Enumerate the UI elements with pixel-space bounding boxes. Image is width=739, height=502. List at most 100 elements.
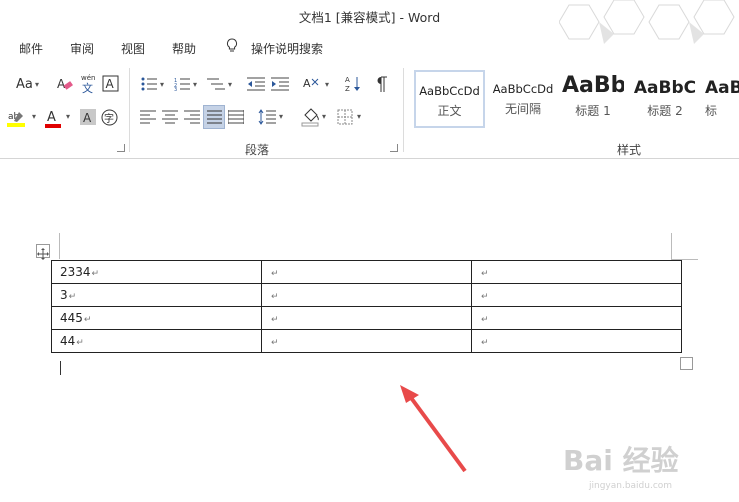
table-cell[interactable]: 2334↵	[51, 260, 262, 284]
font-color-icon[interactable]: A	[44, 107, 62, 129]
table-cell[interactable]: ↵	[261, 283, 472, 307]
table-cell[interactable]: ↵	[471, 329, 682, 353]
increase-indent-icon[interactable]	[271, 77, 289, 91]
paragraph-mark-icon: ↵	[481, 338, 489, 348]
tab-mailings[interactable]: 邮件	[19, 40, 43, 57]
multilevel-list-icon[interactable]	[207, 77, 225, 91]
borders-icon[interactable]	[337, 109, 353, 125]
decrease-indent-icon[interactable]	[247, 77, 265, 91]
table-cell[interactable]: 445↵	[51, 306, 262, 330]
paragraph-mark-icon: ↵	[76, 338, 84, 348]
enclose-characters-icon[interactable]: 字	[101, 109, 118, 126]
distributed-icon[interactable]	[228, 110, 244, 124]
table-cell[interactable]: ↵	[471, 283, 682, 307]
ribbon-tabs: 邮件 审阅 视图 帮助 操作说明搜索	[0, 34, 739, 60]
ribbon: Aa ▾ A wén 文 A ab ▾ A ▾ A 字 ▾ 1 2 3 ▾ ▾ …	[0, 62, 739, 159]
style-heading-2[interactable]: AaBbC 标题 2	[633, 70, 697, 128]
chevron-down-icon[interactable]: ▾	[279, 112, 283, 121]
margin-marker	[671, 233, 698, 260]
chevron-down-icon[interactable]: ▾	[325, 80, 329, 89]
chevron-down-icon[interactable]: ▾	[35, 80, 39, 89]
table-resize-handle[interactable]	[680, 357, 693, 370]
chevron-down-icon[interactable]: ▾	[357, 112, 361, 121]
paragraph-mark-icon: ↵	[271, 292, 279, 302]
line-spacing-icon[interactable]	[258, 108, 276, 126]
align-left-icon[interactable]	[140, 110, 156, 124]
justify-button[interactable]	[203, 105, 225, 129]
change-case-button[interactable]: Aa	[16, 77, 33, 92]
sort-icon[interactable]: A Z	[345, 75, 361, 93]
paragraph-mark-icon: ↵	[271, 338, 279, 348]
styles-group-label: 样式	[617, 143, 642, 157]
chevron-down-icon[interactable]: ▾	[32, 112, 36, 121]
paragraph-mark-icon: ↵	[68, 292, 77, 302]
style-sample: AaBb	[562, 73, 624, 98]
paragraph-mark-icon: ↵	[271, 269, 279, 279]
document-page[interactable]: 2334↵ ↵ ↵ 3↵ ↵ ↵ 445↵ ↵ ↵ 44↵ ↵ ↵ Bai 经验 jingyan.ba…	[0, 159, 739, 502]
chevron-down-icon[interactable]: ▾	[66, 112, 70, 121]
table-cell[interactable]: 44↵	[51, 329, 262, 353]
asian-layout-icon[interactable]: A	[303, 75, 323, 93]
table-row: 445↵ ↵ ↵	[51, 306, 682, 330]
show-marks-icon[interactable]	[375, 76, 389, 92]
chevron-down-icon[interactable]: ▾	[160, 80, 164, 89]
move-icon	[37, 248, 49, 260]
group-separator	[129, 68, 130, 152]
shading-icon[interactable]	[301, 107, 321, 127]
styles-gallery: AaBbCcDd 正文 AaBbCcDd 无间隔 AaBb 标题 1 AaBbC…	[412, 70, 739, 128]
style-name: 标题 2	[647, 104, 683, 118]
table-row: 2334↵ ↵ ↵	[51, 260, 682, 284]
style-sample: AaBbCcDd	[419, 84, 480, 98]
character-border-icon[interactable]: A	[102, 75, 119, 92]
style-sample: AaB	[705, 78, 739, 98]
svg-text:字: 字	[104, 112, 114, 125]
paragraph-mark-icon: ↵	[83, 315, 92, 325]
data-table[interactable]: 2334↵ ↵ ↵ 3↵ ↵ ↵ 445↵ ↵ ↵ 44↵ ↵ ↵	[51, 260, 682, 353]
svg-text:A: A	[345, 76, 350, 84]
svg-text:Z: Z	[345, 85, 350, 93]
table-move-handle[interactable]	[36, 244, 50, 260]
chevron-down-icon[interactable]: ▾	[193, 80, 197, 89]
table-cell[interactable]: ↵	[471, 260, 682, 284]
chevron-down-icon[interactable]: ▾	[228, 80, 232, 89]
align-center-icon[interactable]	[162, 110, 178, 124]
cell-text: 3	[60, 288, 68, 302]
style-name: 标	[705, 104, 718, 118]
phonetic-guide-icon[interactable]: wén 文	[80, 73, 98, 95]
svg-text:wén: wén	[81, 74, 95, 82]
svg-text:Bai 经验: Bai 经验	[563, 444, 679, 477]
font-dialog-launcher[interactable]	[117, 144, 125, 152]
style-sample: AaBbC	[633, 78, 697, 98]
paragraph-mark-icon: ↵	[91, 269, 100, 279]
style-no-spacing[interactable]: AaBbCcDd 无间隔	[487, 70, 559, 128]
table-cell[interactable]: ↵	[261, 329, 472, 353]
svg-text:A: A	[47, 110, 56, 125]
chevron-down-icon[interactable]: ▾	[322, 112, 326, 121]
tell-me-search[interactable]: 操作说明搜索	[251, 40, 323, 57]
cell-text: 2334	[60, 265, 91, 279]
bullets-icon[interactable]	[141, 77, 157, 91]
highlight-color-icon[interactable]: ab	[6, 108, 28, 128]
paragraph-mark-icon: ↵	[481, 292, 489, 302]
numbering-icon[interactable]: 1 2 3	[174, 77, 190, 91]
table-cell[interactable]: ↵	[471, 306, 682, 330]
style-normal[interactable]: AaBbCcDd 正文	[414, 70, 485, 128]
tab-view[interactable]: 视图	[121, 40, 145, 57]
table-cell[interactable]: ↵	[261, 260, 472, 284]
align-right-icon[interactable]	[184, 110, 200, 124]
style-name: 正文	[437, 104, 462, 118]
paragraph-dialog-launcher[interactable]	[390, 144, 398, 152]
character-shading-icon[interactable]: A	[80, 109, 96, 125]
style-heading-1[interactable]: AaBb 标题 1	[562, 70, 624, 128]
baidu-watermark: Bai 经验 jingyan.baidu.com	[563, 444, 679, 491]
table-cell[interactable]: ↵	[261, 306, 472, 330]
lightbulb-icon	[226, 38, 238, 52]
table-cell[interactable]: 3↵	[51, 283, 262, 307]
svg-text:jingyan.baidu.com: jingyan.baidu.com	[588, 481, 672, 491]
margin-marker	[59, 233, 60, 259]
tab-review[interactable]: 审阅	[70, 40, 94, 57]
tab-help[interactable]: 帮助	[172, 40, 196, 57]
clear-format-icon[interactable]: A	[56, 75, 74, 93]
svg-text:A: A	[303, 77, 311, 90]
style-title[interactable]: AaB 标	[705, 70, 739, 128]
